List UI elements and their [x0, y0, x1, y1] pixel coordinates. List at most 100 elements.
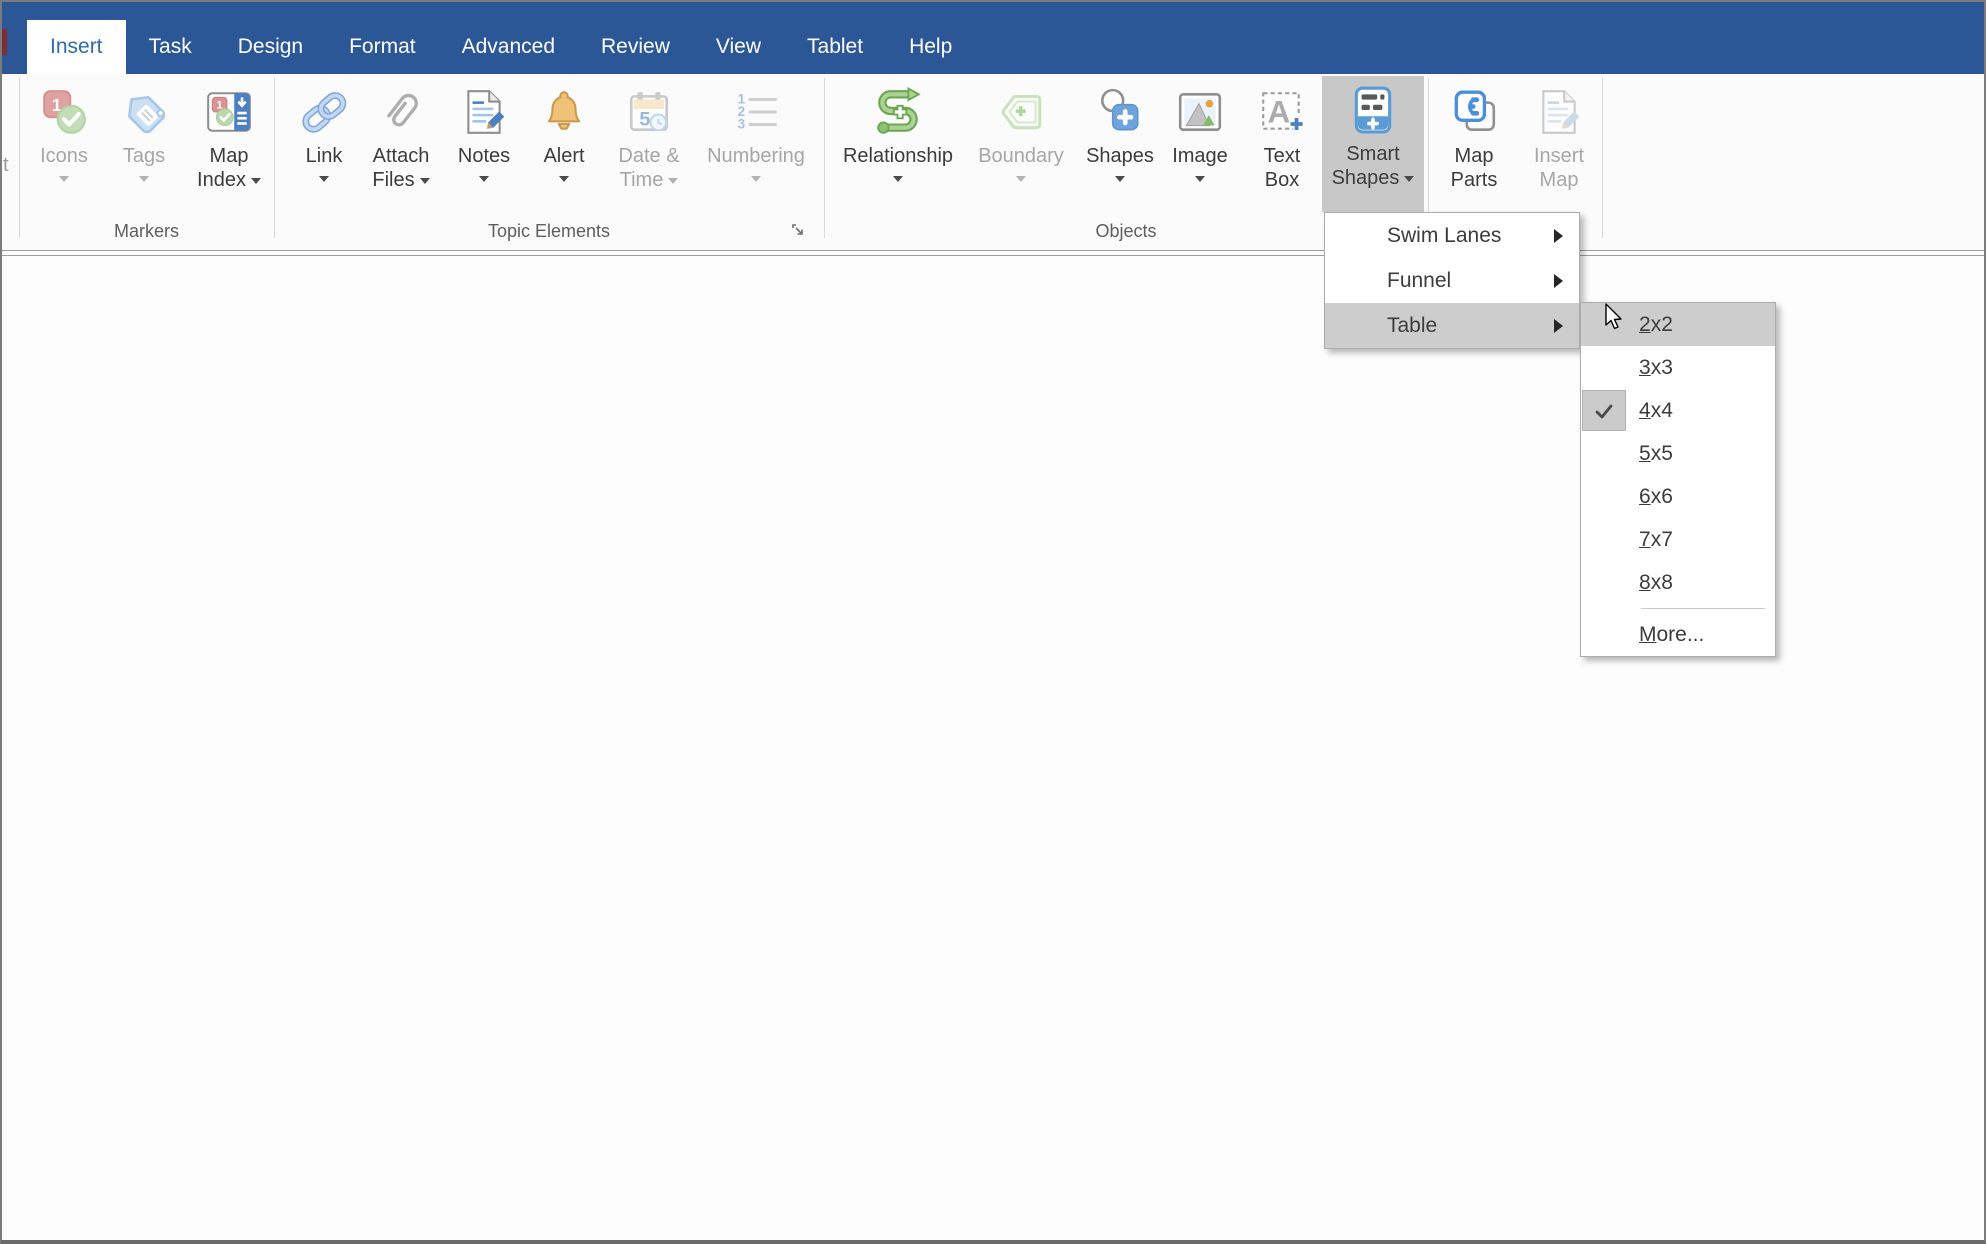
map-index-icon: 1 — [204, 84, 254, 140]
clipped-app-badge — [2, 29, 7, 55]
dropdown-caret-icon — [1016, 176, 1026, 182]
tab-format[interactable]: Format — [326, 20, 439, 74]
dropdown-caret-icon — [1404, 176, 1415, 182]
ribbon-button-label: Tags — [122, 145, 166, 167]
table-size-submenu: 2x2 3x3 4x4 5x5 6x6 7x7 8x8 More... — [1580, 302, 1776, 657]
ribbon-button-image[interactable]: Image — [1162, 78, 1238, 218]
dropdown-caret-icon — [751, 176, 761, 182]
submenu-item-8x8[interactable]: 8x8 — [1581, 561, 1775, 604]
submenu-item-7x7[interactable]: 7x7 — [1581, 518, 1775, 561]
tab-tablet[interactable]: Tablet — [784, 20, 886, 74]
menu-item-table[interactable]: Table — [1325, 303, 1579, 348]
check-slot — [1581, 614, 1627, 655]
ribbon-button-label: Notes — [457, 145, 511, 167]
ribbon-button-boundary[interactable]: Boundary — [964, 78, 1078, 218]
submenu-item-6x6[interactable]: 6x6 — [1581, 475, 1775, 518]
ribbon-button-alert[interactable]: Alert — [530, 78, 598, 218]
submenu-item-5x5[interactable]: 5x5 — [1581, 432, 1775, 475]
ribbon-button-attach-files[interactable]: Attach Files — [360, 78, 442, 218]
ribbon-button-label: Smart — [1346, 143, 1400, 165]
mouse-cursor-icon — [1604, 303, 1628, 338]
menu-bar: Insert Task Design Format Advanced Revie… — [2, 2, 1984, 74]
text-box-icon: A — [1257, 84, 1307, 140]
dropdown-caret-icon — [1195, 176, 1205, 182]
bell-icon — [539, 84, 589, 140]
menu-item-label: Swim Lanes — [1387, 223, 1502, 247]
ribbon: t 1 Icons Tags 1 Map Index Markers Link … — [2, 74, 1984, 250]
ribbon-button-link[interactable]: Link — [294, 78, 354, 218]
ribbon-button-label: Map — [209, 145, 249, 167]
ribbon-button-shapes[interactable]: Shapes — [1082, 78, 1158, 218]
ribbon-button-tags[interactable]: Tags — [110, 78, 178, 218]
ribbon-button-label: Date & — [618, 145, 680, 167]
submenu-item-more[interactable]: More... — [1581, 613, 1775, 656]
ribbon-button-label: Numbering — [707, 145, 805, 167]
checkmark-icon — [1582, 390, 1626, 431]
tab-view[interactable]: View — [693, 20, 784, 74]
tab-task[interactable]: Task — [126, 20, 215, 74]
ribbon-button-notes[interactable]: Notes — [450, 78, 518, 218]
ribbon-button-text-box[interactable]: A Text Box — [1246, 78, 1318, 218]
tab-review[interactable]: Review — [578, 20, 693, 74]
dropdown-caret-icon — [419, 178, 430, 184]
svg-text:5: 5 — [639, 109, 650, 131]
ribbon-button-insert-map[interactable]: Insert Map — [1520, 78, 1598, 218]
tab-design[interactable]: Design — [215, 20, 326, 74]
ribbon-button-smart-shapes[interactable]: Smart Shapes — [1322, 76, 1424, 212]
tab-help[interactable]: Help — [886, 20, 975, 74]
ribbon-button-label: Attach — [372, 145, 430, 167]
clipped-ribbon-button[interactable]: t — [3, 154, 9, 177]
group-label-topic-elements: Topic Elements — [487, 221, 611, 241]
ribbon-button-relationship[interactable]: Relationship — [834, 78, 962, 218]
menu-separator — [1581, 604, 1775, 613]
dropdown-caret-icon — [59, 176, 69, 182]
boundary-icon — [996, 84, 1046, 140]
relationship-icon — [872, 84, 924, 140]
map-parts-icon — [1449, 84, 1499, 140]
ribbon-button-icons[interactable]: 1 Icons — [30, 78, 98, 218]
tab-advanced[interactable]: Advanced — [439, 20, 578, 74]
ribbon-button-date-time[interactable]: 5 Date & Time — [604, 78, 694, 218]
ribbon-button-map-parts[interactable]: Map Parts — [1432, 78, 1516, 218]
group-separator — [19, 78, 20, 238]
submenu-arrow-icon — [1554, 273, 1563, 288]
ribbon-button-map-index[interactable]: 1 Map Index — [188, 78, 270, 218]
ribbon-button-label: Boundary — [978, 145, 1064, 167]
ribbon-button-label: Map — [1454, 145, 1494, 167]
ribbon-button-label: Shapes — [1086, 145, 1154, 167]
menu-item-label: Table — [1387, 313, 1438, 337]
ribbon-button-label: Index — [197, 169, 246, 191]
calendar-clock-icon: 5 — [624, 84, 674, 140]
smart-shapes-menu: Swim Lanes Funnel Table — [1324, 212, 1580, 349]
submenu-item-4x4[interactable]: 4x4 — [1581, 389, 1775, 432]
ribbon-button-label: Image — [1172, 145, 1228, 167]
dropdown-caret-icon — [250, 178, 261, 184]
ribbon-button-label: Icons — [40, 145, 88, 167]
check-slot — [1581, 476, 1627, 517]
shapes-icon — [1095, 84, 1145, 140]
submenu-arrow-icon — [1554, 318, 1563, 333]
menu-item-funnel[interactable]: Funnel — [1325, 258, 1579, 303]
menu-item-swim-lanes[interactable]: Swim Lanes — [1325, 213, 1579, 258]
dropdown-caret-icon — [668, 178, 679, 184]
svg-text:A: A — [1268, 94, 1291, 129]
ribbon-button-label: Files — [372, 169, 415, 191]
ribbon-button-label: Relationship — [842, 145, 954, 167]
icons-icon: 1 — [39, 84, 89, 140]
dropdown-caret-icon — [319, 176, 329, 182]
group-separator — [824, 78, 825, 238]
insert-map-icon — [1534, 84, 1584, 140]
svg-text:3: 3 — [738, 117, 746, 132]
ribbon-button-label: Shapes — [1331, 167, 1400, 189]
tab-insert[interactable]: Insert — [27, 20, 126, 74]
ribbon-button-numbering[interactable]: 1 2 3 Numbering — [700, 78, 812, 218]
submenu-item-3x3[interactable]: 3x3 — [1581, 346, 1775, 389]
dropdown-caret-icon — [559, 176, 569, 182]
check-slot — [1581, 562, 1627, 603]
ribbon-button-label: Parts — [1450, 169, 1498, 191]
smart-shapes-icon — [1348, 82, 1398, 138]
link-icon — [299, 84, 349, 140]
paperclip-icon — [376, 84, 426, 140]
dialog-launcher-button[interactable] — [790, 222, 808, 240]
dropdown-caret-icon — [479, 176, 489, 182]
